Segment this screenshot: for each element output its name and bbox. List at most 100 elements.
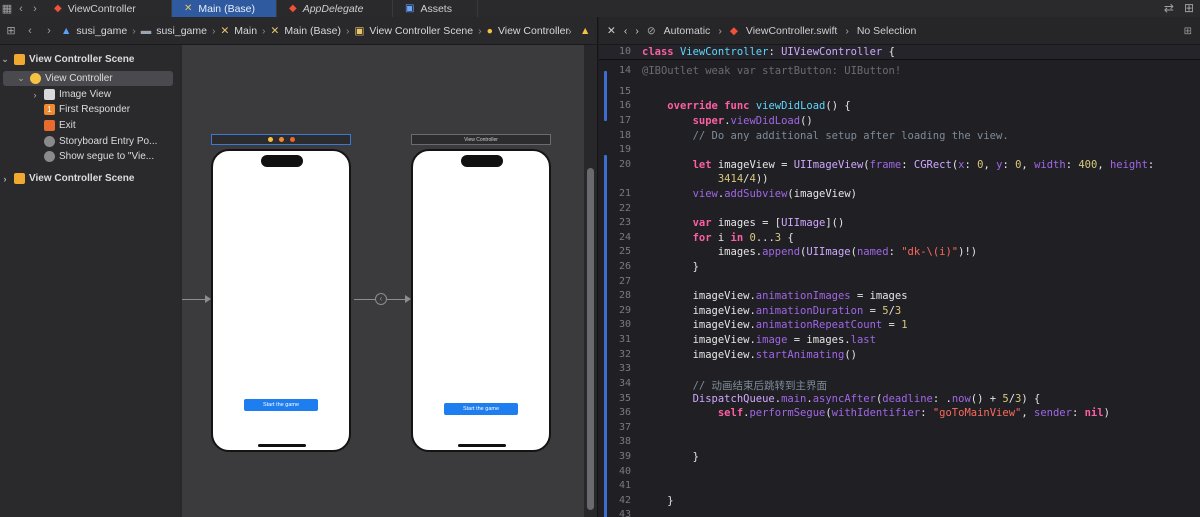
breadcrumb-folder[interactable]: susi_game (156, 25, 207, 37)
outline-item[interactable]: Show segue to "Vie... (0, 149, 154, 164)
start-game-button[interactable]: Start the game (444, 403, 518, 415)
sticky-scope-header: 10 class ViewController: UIViewControlle… (599, 45, 1200, 60)
app-project-icon: ▲ (61, 24, 72, 37)
forward-chevron-icon[interactable]: › (42, 24, 56, 38)
entry-point-icon (44, 136, 55, 147)
storyboard-canvas[interactable]: Start the game ‹ View Controller Start t… (182, 45, 584, 517)
outline-item[interactable]: 1 First Responder (0, 102, 130, 117)
breadcrumb-view-controller[interactable]: View Controller (498, 25, 569, 37)
back-chevron-icon[interactable]: ‹ (23, 24, 37, 38)
chevron-right-icon: › (478, 24, 482, 37)
line-number: 43 (618, 509, 631, 517)
view-controller-icon: ● (486, 24, 493, 37)
swap-arrows-icon[interactable]: ⇄ (1164, 1, 1174, 15)
editor-tab-bar: ▦ ‹ › ◆ ViewController ✕ Main (Base) ◆ A… (0, 0, 1200, 17)
tab-appdelegate[interactable]: ◆ AppDelegate (277, 0, 393, 17)
code-line: let imageView = UIImageView(frame: CGRec… (692, 159, 1155, 171)
tab-assets[interactable]: ▣ Assets (393, 0, 478, 17)
tabbar-controls: ⇄ ⊞ (1164, 1, 1194, 15)
scene-dock[interactable] (211, 134, 351, 145)
line-number: 34 (618, 378, 631, 389)
outline-item-selected[interactable]: ⌄ View Controller (3, 71, 173, 86)
breadcrumb-scene[interactable]: View Controller Scene (369, 25, 473, 37)
first-responder-icon: 1 (44, 104, 55, 115)
start-game-button[interactable]: Start the game (244, 399, 318, 411)
code-file-name[interactable]: ViewController.swift (746, 25, 837, 37)
swift-file-icon: ◆ (729, 24, 738, 37)
more-options-icon[interactable]: ⊞ (1184, 26, 1192, 37)
chevron-right-icon: › (718, 24, 722, 37)
code-line: imageView.animationImages = images (642, 290, 908, 302)
close-icon[interactable]: ✕ (607, 25, 616, 37)
back-chevron-icon[interactable]: ‹ (14, 2, 28, 16)
line-number: 29 (618, 305, 631, 316)
line-number: 40 (618, 466, 631, 477)
code-line: images.append(UIImage(named: "dk-\(i)")!… (642, 246, 978, 258)
code-selection[interactable]: No Selection (857, 25, 917, 37)
canvas-scrollbar[interactable] (587, 168, 594, 510)
forward-chevron-icon[interactable]: › (28, 2, 42, 16)
line-number: 32 (618, 349, 631, 360)
breadcrumb: ⊞ ‹ › ▲ susi_game › ▬ susi_game › ✕ Main… (0, 17, 597, 45)
outline-item[interactable]: ⌄ View Controller Scene (0, 52, 134, 67)
line-number: 23 (618, 217, 631, 228)
change-bar (604, 155, 607, 517)
scene-icon (14, 54, 25, 65)
view-controller-icon[interactable] (267, 137, 273, 142)
code-editor-header: ✕ ‹ › ⊘ Automatic › ◆ ViewController.swi… (599, 17, 1200, 45)
line-number: 39 (618, 451, 631, 462)
assistant-mode-icon[interactable]: ⊘ (647, 25, 656, 37)
breadcrumb-main-base[interactable]: Main (Base) (284, 25, 341, 37)
line-number: 22 (618, 203, 631, 214)
grid-icon[interactable]: ▦ (0, 2, 14, 16)
tab-main-base[interactable]: ✕ Main (Base) (172, 0, 277, 17)
assistant-mode-label[interactable]: Automatic (664, 25, 711, 37)
storyboard-icon: ✕ (184, 3, 193, 14)
disclosure-open-icon[interactable]: ⌄ (0, 54, 10, 65)
phone-scene-1[interactable]: Start the game (211, 149, 351, 452)
exit-icon[interactable] (289, 137, 295, 142)
back-chevron-icon[interactable]: ‹ (624, 25, 628, 37)
phone-scene-2[interactable]: Start the game (411, 149, 551, 452)
document-outline: ⌄ View Controller Scene ⌄ View Controlle… (0, 45, 180, 517)
outline-item[interactable]: Storyboard Entry Po... (0, 134, 157, 149)
code-line: imageView.image = images.last (642, 334, 876, 346)
line-number: 26 (618, 261, 631, 272)
tab-viewcontroller[interactable]: ◆ ViewController (42, 0, 172, 17)
forward-chevron-icon[interactable]: › (635, 25, 639, 37)
line-number: 15 (618, 86, 631, 97)
line-number: 14 (618, 65, 631, 76)
entry-arrow (182, 299, 206, 300)
code-line: super.viewDidLoad() (692, 115, 813, 127)
dynamic-island (261, 155, 303, 167)
outline-item[interactable]: Exit (0, 118, 76, 133)
chevron-right-icon[interactable]: › (568, 26, 572, 38)
disclosure-closed-icon[interactable]: › (0, 174, 10, 184)
chevron-right-icon: › (345, 24, 350, 37)
code-line: DispatchQueue.main.asyncAfter(deadline: … (692, 393, 1041, 405)
change-bar (604, 71, 607, 121)
scene-title-bar[interactable]: View Controller (411, 134, 551, 145)
breadcrumb-project[interactable]: susi_game (76, 25, 127, 37)
related-items-icon[interactable]: ⊞ (4, 24, 18, 38)
first-responder-icon[interactable] (278, 137, 284, 142)
segue-icon[interactable]: ‹ (375, 293, 387, 305)
image-view-icon (44, 89, 55, 100)
line-number: 20 (618, 159, 631, 170)
warning-icon[interactable]: ▲ (580, 25, 590, 37)
code-comment: // 动画结束后跳转到主界面 (642, 380, 828, 392)
code-line: self.performSegue(withIdentifier: "goToM… (717, 407, 1110, 419)
view-controller-icon (30, 73, 41, 84)
outline-item[interactable]: › View Controller Scene (0, 171, 134, 186)
add-editor-icon[interactable]: ⊞ (1184, 1, 1194, 15)
line-number: 17 (618, 115, 631, 126)
disclosure-open-icon[interactable]: ⌄ (16, 73, 26, 84)
code-area[interactable]: 14 @IBOutlet weak var startButton: UIBut… (599, 45, 1200, 517)
breadcrumb-main[interactable]: Main (234, 25, 257, 37)
code-line: imageView.startAnimating() (642, 349, 857, 361)
storyboard-icon: ✕ (220, 24, 230, 37)
code-line: imageView.animationRepeatCount = 1 (642, 319, 908, 331)
outline-item[interactable]: › Image View (0, 87, 111, 102)
disclosure-closed-icon[interactable]: › (30, 90, 40, 100)
storyboard-editor: ⊞ ‹ › ▲ susi_game › ▬ susi_game › ✕ Main… (0, 17, 598, 517)
